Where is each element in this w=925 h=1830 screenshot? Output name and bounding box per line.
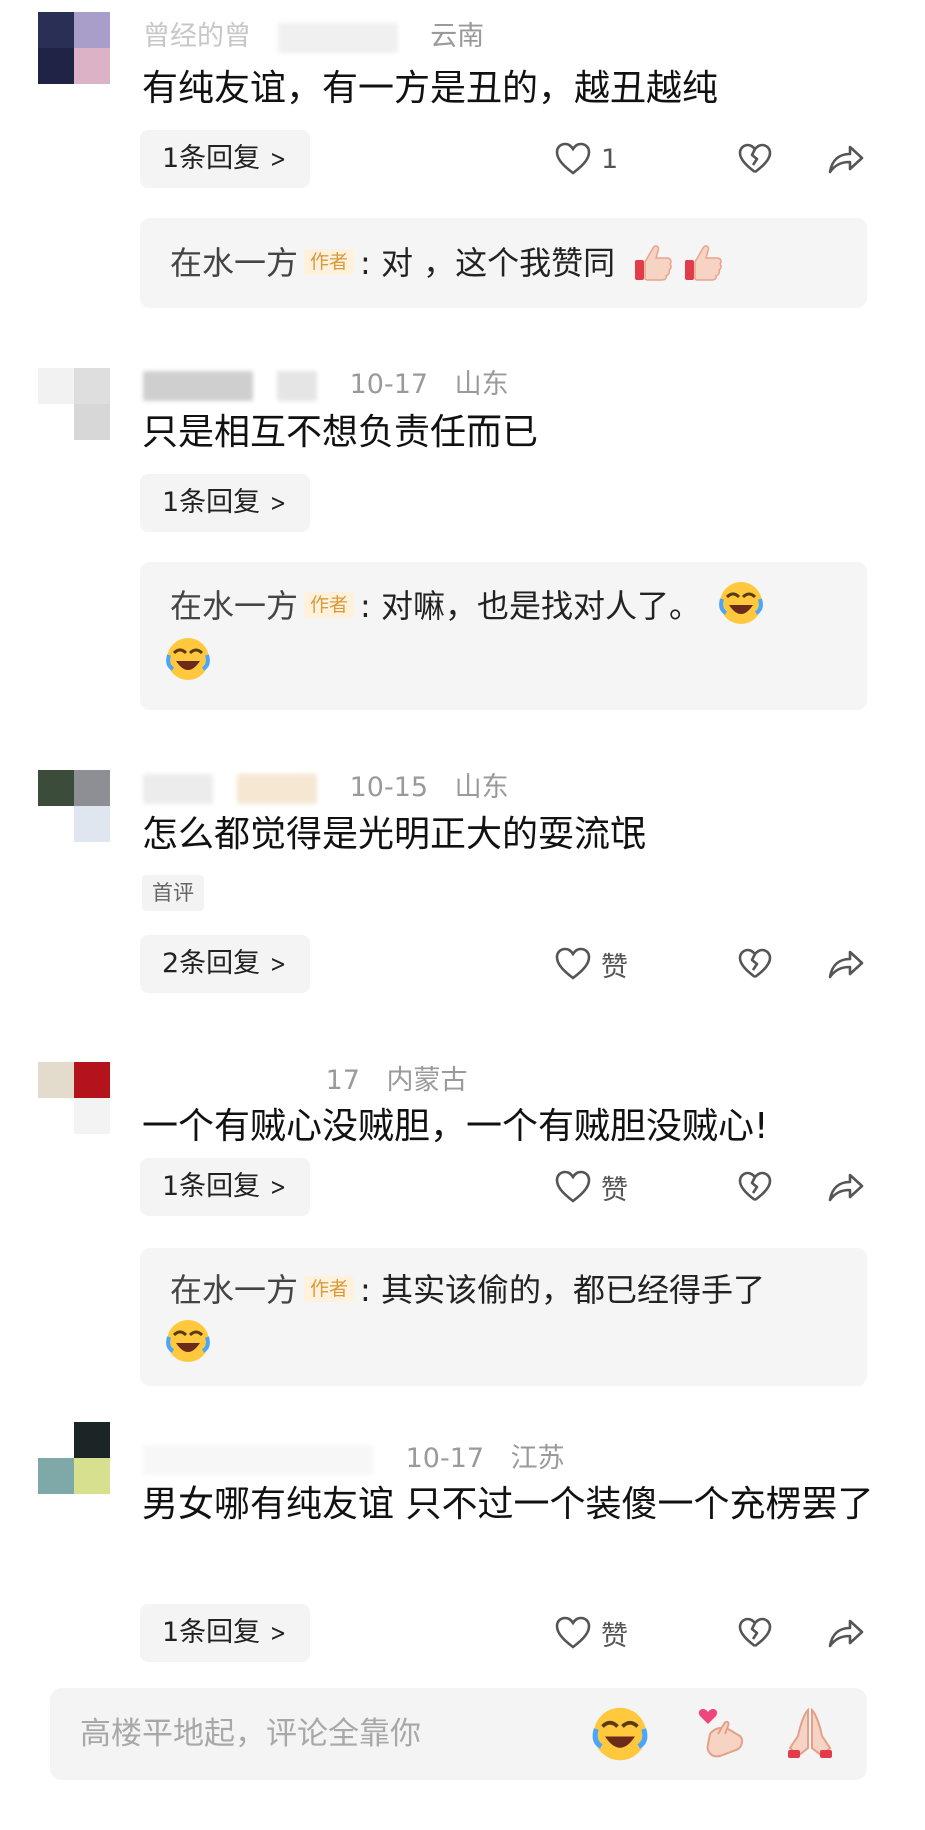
chevron-right-icon: > xyxy=(270,1173,287,1201)
heart-outline-icon xyxy=(555,142,591,175)
comment-list-page: 曾经的曾 云南 有纯友谊，有一方是丑的，越丑越纯 1条回复 > 1 在水一方 作者:… xyxy=(0,0,925,1830)
heart-outline-icon xyxy=(555,1170,591,1203)
comment-text: 一个有贼心没贼胆，一个有贼胆没贼心! xyxy=(142,1106,769,1147)
view-replies-button[interactable]: 1条回复 > xyxy=(140,130,311,188)
comment-date: 10-15 xyxy=(349,772,429,803)
finger-heart-emoji-button[interactable] xyxy=(690,1704,750,1764)
broken-heart-icon xyxy=(738,143,772,174)
thumbs-up-emoji xyxy=(631,240,675,305)
comment-meta: 10-17 山东 xyxy=(143,362,509,401)
author-badge: 作者 xyxy=(304,249,355,275)
avatar[interactable] xyxy=(38,1062,110,1134)
broken-heart-icon xyxy=(738,1617,772,1648)
broken-heart-icon xyxy=(738,1171,772,1202)
like-label: 赞 xyxy=(601,951,628,983)
comment-date: 10-17 xyxy=(405,1443,485,1474)
share-arrow-icon xyxy=(828,1619,864,1648)
author-name[interactable]: 在水一方 xyxy=(170,587,298,625)
share-button[interactable] xyxy=(805,143,865,175)
thumbs-up-emoji xyxy=(681,240,725,305)
comment-date: 17 xyxy=(325,1065,360,1096)
first-comment-tag: 首评 xyxy=(142,875,204,911)
comment-text: 有纯友谊，有一方是丑的，越丑越纯 xyxy=(142,68,719,109)
comment-meta: 10-17 江苏 xyxy=(143,1436,565,1475)
author-reply-text: : 对 ，这个我赞同 xyxy=(360,244,616,282)
avatar[interactable] xyxy=(38,12,110,84)
comment-text: 男女哪有纯友谊 只不过一个装傻一个充楞罢了 xyxy=(142,1484,874,1525)
chevron-right-icon: > xyxy=(270,1619,287,1647)
share-arrow-icon xyxy=(828,1173,864,1202)
share-button[interactable] xyxy=(805,1617,865,1649)
chevron-right-icon: > xyxy=(270,145,287,173)
username[interactable]: 曾经的曾 xyxy=(143,21,251,52)
like-button[interactable]: 赞 xyxy=(555,1168,705,1207)
author-badge: 作者 xyxy=(304,592,355,618)
author-name[interactable]: 在水一方 xyxy=(170,244,298,282)
comment-meta: 曾经的曾 云南 xyxy=(143,14,484,53)
author-badge: 作者 xyxy=(304,1276,355,1302)
location: 山东 xyxy=(454,369,509,400)
location: 云南 xyxy=(430,21,485,52)
view-replies-button[interactable]: 1条回复 > xyxy=(140,1158,311,1216)
like-button[interactable]: 赞 xyxy=(555,945,705,984)
comment-actions: 赞 xyxy=(555,1604,865,1662)
chevron-right-icon: > xyxy=(270,489,287,517)
comment-actions: 1 xyxy=(555,130,865,188)
dislike-button[interactable] xyxy=(705,143,805,175)
author-reply-text: : 其实该偷的，都已经得手了 xyxy=(360,1271,765,1309)
share-button[interactable] xyxy=(805,1171,865,1203)
share-button[interactable] xyxy=(805,948,865,980)
rolling-laughing-emoji-button[interactable] xyxy=(590,1704,650,1764)
dislike-button[interactable] xyxy=(705,1171,805,1203)
like-count: 1 xyxy=(601,143,619,175)
comment-text: 怎么都觉得是光明正大的耍流氓 xyxy=(142,814,647,855)
chevron-right-icon: > xyxy=(270,950,287,978)
reply-count-label: 1条回复 xyxy=(162,487,261,518)
like-button[interactable]: 1 xyxy=(555,142,705,176)
location: 内蒙古 xyxy=(386,1065,468,1096)
comment-text: 只是相互不想负责任而已 xyxy=(142,412,539,453)
view-replies-button[interactable]: 2条回复 > xyxy=(140,935,311,993)
heart-outline-icon xyxy=(555,947,591,980)
praying-hands-emoji-button[interactable] xyxy=(780,1704,840,1764)
view-replies-button[interactable]: 1条回复 > xyxy=(140,474,311,532)
like-label: 赞 xyxy=(601,1620,628,1652)
author-reply-box[interactable]: 在水一方 作者: 对 ，这个我赞同 xyxy=(140,218,867,308)
comment-actions: 赞 xyxy=(555,1158,865,1216)
reply-count-label: 1条回复 xyxy=(162,1171,261,1202)
comment-date: 10-17 xyxy=(349,369,429,400)
comment-actions: 赞 xyxy=(555,935,865,993)
author-name[interactable]: 在水一方 xyxy=(170,1271,298,1309)
reply-count-label: 1条回复 xyxy=(162,1617,261,1648)
comment-meta: 17 内蒙古 xyxy=(143,1058,468,1097)
avatar[interactable] xyxy=(38,368,110,440)
share-arrow-icon xyxy=(828,145,864,174)
broken-heart-icon xyxy=(738,948,772,979)
location: 山东 xyxy=(454,772,509,803)
reply-count-label: 1条回复 xyxy=(162,143,261,174)
dislike-button[interactable] xyxy=(705,1617,805,1649)
rolling-laughing-emoji xyxy=(164,635,212,704)
comment-input-placeholder[interactable]: 高楼平地起，评论全靠你 xyxy=(80,1688,421,1780)
author-reply-box[interactable]: 在水一方 作者: 对嘛，也是找对人了。 xyxy=(140,562,867,710)
rolling-laughing-emoji xyxy=(164,1317,212,1386)
reply-count-label: 2条回复 xyxy=(162,948,261,979)
like-label: 赞 xyxy=(601,1174,628,1206)
avatar[interactable] xyxy=(38,770,110,842)
view-replies-button[interactable]: 1条回复 > xyxy=(140,1604,311,1662)
author-reply-text: : 对嘛，也是找对人了。 xyxy=(360,587,701,625)
comment-input-bar[interactable]: 高楼平地起，评论全靠你 xyxy=(50,1688,867,1780)
share-arrow-icon xyxy=(828,950,864,979)
author-reply-box[interactable]: 在水一方 作者: 其实该偷的，都已经得手了 xyxy=(140,1248,867,1386)
location: 江苏 xyxy=(510,1443,565,1474)
heart-outline-icon xyxy=(555,1616,591,1649)
dislike-button[interactable] xyxy=(705,948,805,980)
comment-meta: 10-15 山东 xyxy=(143,765,509,804)
avatar[interactable] xyxy=(38,1422,110,1494)
like-button[interactable]: 赞 xyxy=(555,1614,705,1653)
